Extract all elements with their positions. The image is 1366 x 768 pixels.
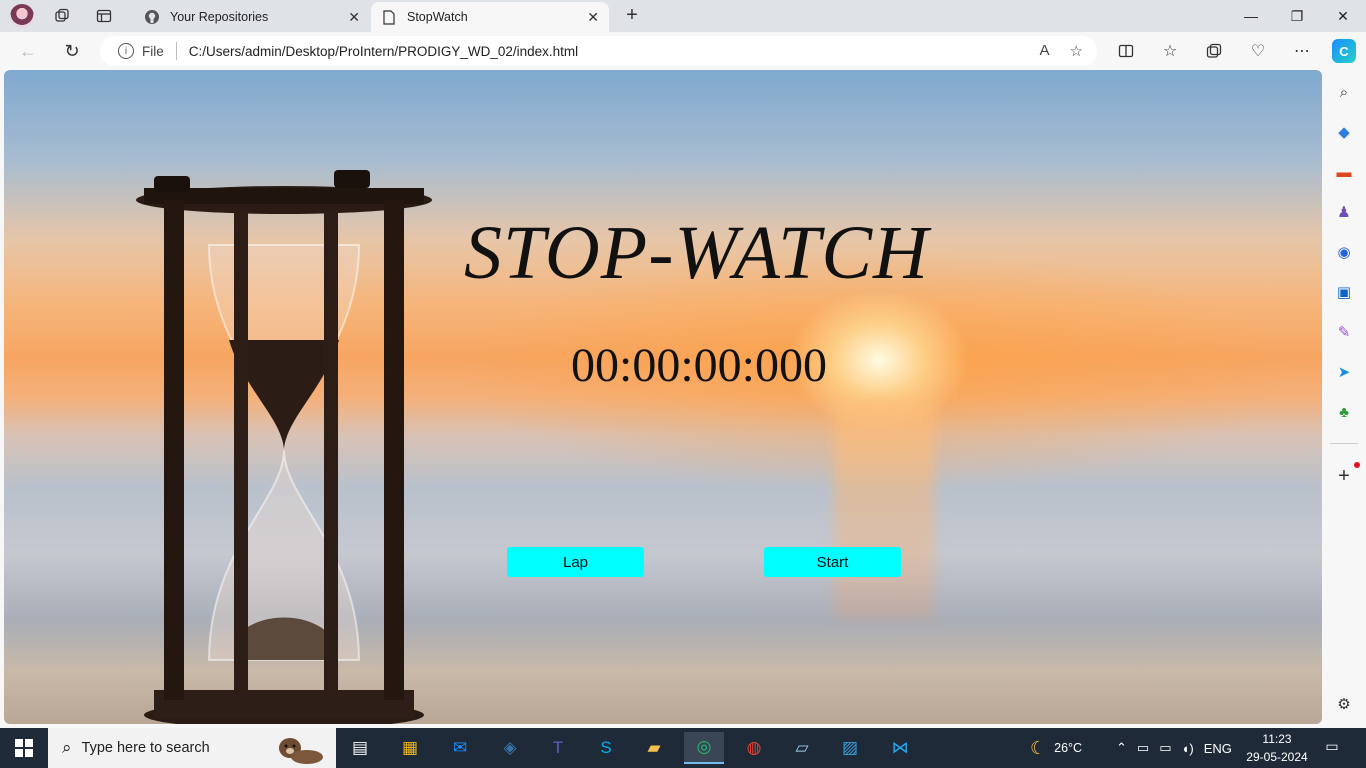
games-icon[interactable]: ♟ xyxy=(1334,202,1354,222)
chrome-icon[interactable]: ◍ xyxy=(734,732,774,764)
send-icon[interactable]: ➤ xyxy=(1334,362,1354,382)
minimize-button[interactable]: — xyxy=(1228,0,1274,32)
search-icon[interactable]: ⌕ xyxy=(1334,82,1354,102)
search-icon: ⌕ xyxy=(62,738,72,757)
tools-briefcase-icon[interactable]: ▬ xyxy=(1334,162,1354,182)
settings-gear-icon[interactable]: ⚙ xyxy=(1334,694,1354,714)
address-bar[interactable]: i File C:/Users/admin/Desktop/ProIntern/… xyxy=(100,36,1097,66)
tree-icon[interactable]: ♣ xyxy=(1334,402,1354,422)
microsoft-store-icon[interactable]: ▦ xyxy=(390,732,430,764)
taskbar-search[interactable]: ⌕ Type here to search xyxy=(48,728,336,768)
task-view-icon[interactable]: ▤ xyxy=(340,732,380,764)
notepad-icon[interactable]: ▱ xyxy=(782,732,822,764)
mail-icon[interactable]: ✉ xyxy=(440,732,480,764)
clock-time: 11:23 xyxy=(1262,732,1292,746)
tab-actions-icon[interactable] xyxy=(92,4,116,28)
tab-label: Your Repositories xyxy=(170,10,269,24)
favorites-icon[interactable]: ☆ xyxy=(1158,39,1182,63)
windows-logo-icon xyxy=(15,739,33,757)
new-tab-button[interactable]: + xyxy=(620,4,644,27)
tab-stopwatch[interactable]: StopWatch ✕ xyxy=(371,2,609,32)
skype-icon[interactable]: S xyxy=(586,732,626,764)
refresh-button[interactable]: ↻ xyxy=(60,39,84,63)
close-tab-icon[interactable]: ✕ xyxy=(348,9,360,26)
tab-label: StopWatch xyxy=(407,10,468,24)
weather-temp: 26°C xyxy=(1054,741,1083,755)
back-button[interactable]: ← xyxy=(16,39,40,63)
divider xyxy=(175,42,177,60)
page-title: STOP-WATCH xyxy=(464,211,929,295)
clock-date: 29-05-2024 xyxy=(1246,750,1308,764)
url-text[interactable]: C:/Users/admin/Desktop/ProIntern/PRODIGY… xyxy=(189,44,578,59)
favorite-star-icon[interactable]: ☆ xyxy=(1070,42,1083,60)
teams-icon[interactable]: T xyxy=(538,732,578,764)
info-icon[interactable]: i xyxy=(118,43,134,59)
notifications-icon[interactable]: ▭ xyxy=(1322,738,1342,758)
browser-title-bar: Your Repositories ✕ StopWatch ✕ + — ❐ ✕ xyxy=(0,0,1366,32)
page-icon xyxy=(381,9,397,25)
system-tray: ⌃ ▭ ▭ ◖) ENG xyxy=(1116,728,1232,768)
collections-icon[interactable] xyxy=(1202,39,1226,63)
shopping-tag-icon[interactable]: ◆ xyxy=(1334,122,1354,142)
copilot-icon[interactable]: C xyxy=(1332,39,1356,63)
scheme-label: File xyxy=(142,43,164,59)
start-button[interactable]: Start xyxy=(764,547,901,577)
more-menu-icon[interactable]: ⋯ xyxy=(1290,39,1314,63)
photos-icon[interactable]: ▨ xyxy=(830,732,870,764)
workspaces-icon[interactable] xyxy=(50,4,74,28)
windows-start-button[interactable] xyxy=(0,728,48,768)
close-window-button[interactable]: ✕ xyxy=(1320,0,1366,32)
sidebar-divider xyxy=(1330,443,1358,444)
otter-illustration xyxy=(279,738,323,764)
edge-icon[interactable]: ◎ xyxy=(684,732,724,764)
address-bar-row: ← ↻ i File C:/Users/admin/Desktop/ProInt… xyxy=(0,32,1366,70)
language-indicator[interactable]: ENG xyxy=(1204,741,1232,756)
designer-icon[interactable]: ✎ xyxy=(1334,322,1354,342)
moon-icon: ☾ xyxy=(1030,737,1047,758)
tab-your-repositories[interactable]: Your Repositories ✕ xyxy=(134,2,370,32)
page-viewport: STOP-WATCH 00:00:00:000 Lap Start xyxy=(4,70,1322,724)
notification-dot xyxy=(1354,462,1360,468)
volume-icon[interactable]: ◖) xyxy=(1182,741,1194,756)
github-icon xyxy=(144,9,160,25)
add-icon[interactable]: + xyxy=(1334,465,1354,487)
timer-display: 00:00:00:000 xyxy=(571,339,828,392)
network-icon[interactable]: ▭ xyxy=(1159,740,1171,756)
outlook-icon[interactable]: ▣ xyxy=(1334,282,1354,302)
windows-taskbar: ⌕ Type here to search ▤ ▦ ✉ ◈ T S ▰ ◎ ◍ … xyxy=(0,728,1366,768)
read-aloud-icon[interactable]: A xyxy=(1040,42,1050,60)
chevron-up-icon[interactable]: ⌃ xyxy=(1116,740,1127,756)
restore-button[interactable]: ❐ xyxy=(1274,0,1320,32)
search-placeholder: Type here to search xyxy=(81,740,210,756)
python-icon[interactable]: ◈ xyxy=(490,732,530,764)
profile-avatar[interactable] xyxy=(10,4,34,28)
microsoft-365-icon[interactable]: ◉ xyxy=(1334,242,1354,262)
lap-button[interactable]: Lap xyxy=(507,547,644,577)
clock[interactable]: 11:23 29-05-2024 xyxy=(1242,730,1312,766)
weather-widget[interactable]: ☾ 26°C xyxy=(1030,728,1082,768)
battery-icon[interactable]: ▭ xyxy=(1137,740,1149,756)
vscode-icon[interactable]: ⋈ xyxy=(880,732,920,764)
browser-sidebar: ⌕ ◆ ▬ ♟ ◉ ▣ ✎ ➤ ♣ + ⚙ xyxy=(1322,70,1366,728)
stopwatch-app: STOP-WATCH 00:00:00:000 Lap Start xyxy=(4,70,1322,724)
close-tab-icon[interactable]: ✕ xyxy=(587,9,599,26)
browser-essentials-icon[interactable]: ♡ xyxy=(1246,39,1270,63)
file-explorer-icon[interactable]: ▰ xyxy=(634,732,674,764)
split-screen-icon[interactable] xyxy=(1114,39,1138,63)
